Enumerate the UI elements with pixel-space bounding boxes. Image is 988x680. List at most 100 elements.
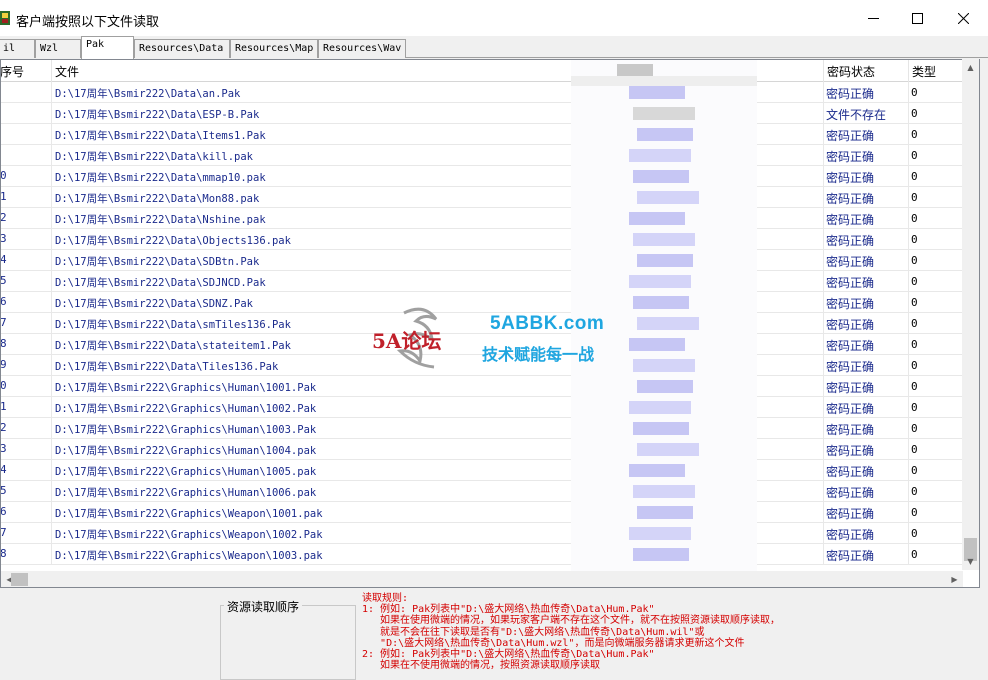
row-index: 6 xyxy=(1,502,52,523)
watermark-slogan: 技术赋能每一战 xyxy=(482,345,595,364)
row-type: 0 xyxy=(909,292,963,313)
table-row[interactable]: 7 D:\17周年\Bsmir222\Graphics\Weapon\1002.P… xyxy=(1,523,963,544)
maximize-button[interactable] xyxy=(894,0,940,36)
row-index: 8 xyxy=(1,544,52,565)
resource-order-label: 资源读取顺序 xyxy=(224,598,303,615)
redacted-block xyxy=(629,338,685,351)
table-row[interactable]: 3 D:\17周年\Bsmir222\Data\Objects136.pak 密码正… xyxy=(1,229,963,250)
table-row[interactable]: 0 D:\17周年\Bsmir222\Data\mmap10.pak 密码正确 0 xyxy=(1,166,963,187)
table-row[interactable]: D:\17周年\Bsmir222\Data\an.Pak 密码正确 0 xyxy=(1,82,963,103)
row-type: 0 xyxy=(909,145,963,166)
row-index: 3 xyxy=(1,439,52,460)
vertical-scrollbar[interactable]: ▲ ▼ xyxy=(962,59,979,570)
tab-resources-data[interactable]: Resources\Data xyxy=(134,39,230,58)
column-header-type[interactable]: 类型 xyxy=(909,60,963,82)
row-index: 4 xyxy=(1,460,52,481)
scroll-up-icon[interactable]: ▲ xyxy=(962,59,979,76)
close-button[interactable] xyxy=(940,0,986,36)
watermark: 5A论坛 5ABBK.com 技术赋能每一战 xyxy=(372,305,616,375)
row-type: 0 xyxy=(909,166,963,187)
row-password-status: 密码正确 xyxy=(824,271,909,292)
row-index: 3 xyxy=(1,229,52,250)
row-password-status: 密码正确 xyxy=(824,229,909,250)
row-password-status: 密码正确 xyxy=(824,187,909,208)
table-row[interactable]: 4 D:\17周年\Bsmir222\Graphics\Human\1005.pa… xyxy=(1,460,963,481)
table-row[interactable]: 2 D:\17周年\Bsmir222\Data\Nshine.pak 密码正确 0 xyxy=(1,208,963,229)
table-row[interactable]: 1 D:\17周年\Bsmir222\Data\Mon88.pak 密码正确 0 xyxy=(1,187,963,208)
scroll-right-icon[interactable]: ▶ xyxy=(946,571,963,587)
row-type: 0 xyxy=(909,523,963,544)
table-row[interactable]: 3 D:\17周年\Bsmir222\Graphics\Human\1004.pa… xyxy=(1,439,963,460)
row-type: 0 xyxy=(909,502,963,523)
row-type: 0 xyxy=(909,481,963,502)
row-type: 0 xyxy=(909,208,963,229)
minimize-button[interactable] xyxy=(850,0,896,36)
horizontal-scroll-thumb[interactable] xyxy=(11,573,28,586)
row-password-status: 密码正确 xyxy=(824,523,909,544)
table-row[interactable]: 5 D:\17周年\Bsmir222\Graphics\Human\1006.pa… xyxy=(1,481,963,502)
resource-order-groupbox xyxy=(220,605,356,680)
horizontal-scrollbar[interactable]: ◀ ▶ xyxy=(1,571,963,587)
watermark-logo: 5A论坛 xyxy=(372,329,442,353)
title-bar[interactable]: 客户端按照以下文件读取 xyxy=(0,0,988,36)
row-index: 4 xyxy=(1,250,52,271)
row-password-status: 密码正确 xyxy=(824,481,909,502)
table-row[interactable]: 6 D:\17周年\Bsmir222\Graphics\Weapon\1001.p… xyxy=(1,502,963,523)
table-row[interactable]: 8 D:\17周年\Bsmir222\Graphics\Weapon\1003.p… xyxy=(1,544,963,565)
tab-wzl[interactable]: Wzl xyxy=(35,39,81,58)
tab-pak[interactable]: Pak xyxy=(81,36,134,59)
row-password-status: 密码正确 xyxy=(824,544,909,565)
row-index xyxy=(1,145,52,166)
redacted-block xyxy=(629,212,685,225)
redacted-block xyxy=(637,380,693,393)
maximize-icon xyxy=(911,12,923,24)
row-type: 0 xyxy=(909,439,963,460)
redacted-block xyxy=(637,443,699,456)
row-password-status: 密码正确 xyxy=(824,502,909,523)
row-password-status: 密码正确 xyxy=(824,460,909,481)
row-type: 0 xyxy=(909,460,963,481)
row-index: 9 xyxy=(1,355,52,376)
app-icon xyxy=(0,10,12,26)
tab-resources-map[interactable]: Resources\Map xyxy=(230,39,318,58)
redacted-block xyxy=(629,275,691,288)
row-index: 0 xyxy=(1,166,52,187)
row-password-status: 密码正确 xyxy=(824,166,909,187)
row-index: 7 xyxy=(1,313,52,334)
row-index xyxy=(1,124,52,145)
row-index: 1 xyxy=(1,397,52,418)
table-row[interactable]: D:\17周年\Bsmir222\Data\ESP-B.Pak 文件不存在 0 xyxy=(1,103,963,124)
redacted-block xyxy=(637,254,693,267)
redacted-block xyxy=(633,548,689,561)
table-row[interactable]: 4 D:\17周年\Bsmir222\Data\SDBtn.Pak 密码正确 0 xyxy=(1,250,963,271)
row-type: 0 xyxy=(909,103,963,124)
tab-wil[interactable]: il xyxy=(0,39,35,58)
row-index: 8 xyxy=(1,334,52,355)
table-row[interactable]: D:\17周年\Bsmir222\Data\Items1.Pak 密码正确 0 xyxy=(1,124,963,145)
redacted-block xyxy=(629,86,685,99)
row-index: 5 xyxy=(1,481,52,502)
main-window: 客户端按照以下文件读取 il Wzl Pak Resources\Data Re… xyxy=(0,0,988,680)
row-type: 0 xyxy=(909,82,963,103)
row-password-status: 密码正确 xyxy=(824,292,909,313)
table-row[interactable]: D:\17周年\Bsmir222\Data\kill.pak 密码正确 0 xyxy=(1,145,963,166)
scroll-down-icon[interactable]: ▼ xyxy=(962,553,979,570)
row-type: 0 xyxy=(909,187,963,208)
table-row[interactable]: 0 D:\17周年\Bsmir222\Graphics\Human\1001.Pa… xyxy=(1,376,963,397)
row-index: 2 xyxy=(1,208,52,229)
tab-resources-wav[interactable]: Resources\Wav xyxy=(318,39,406,58)
row-type: 0 xyxy=(909,229,963,250)
row-index: 2 xyxy=(1,418,52,439)
row-password-status: 密码正确 xyxy=(824,82,909,103)
row-type: 0 xyxy=(909,250,963,271)
redacted-block xyxy=(637,191,699,204)
table-row[interactable]: 2 D:\17周年\Bsmir222\Graphics\Human\1003.Pa… xyxy=(1,418,963,439)
column-header-status[interactable]: 密码状态 xyxy=(824,60,909,82)
row-password-status: 密码正确 xyxy=(824,376,909,397)
table-row[interactable]: 1 D:\17周年\Bsmir222\Graphics\Human\1002.Pa… xyxy=(1,397,963,418)
row-password-status: 密码正确 xyxy=(824,418,909,439)
redacted-block xyxy=(633,170,689,183)
row-index: 5 xyxy=(1,271,52,292)
table-row[interactable]: 5 D:\17周年\Bsmir222\Data\SDJNCD.Pak 密码正确 0 xyxy=(1,271,963,292)
column-header-index[interactable]: 序号 xyxy=(1,60,52,82)
